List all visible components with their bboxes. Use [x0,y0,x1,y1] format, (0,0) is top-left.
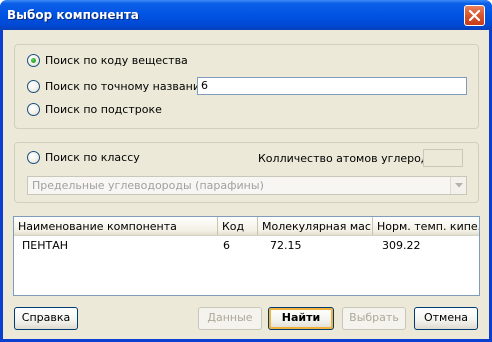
dialog-window: Выбор компонента Поиск по коду вещества … [0,0,492,342]
select-button[interactable]: Выбрать [342,307,406,330]
class-select[interactable]: Предельные углеводороды (парафины) [27,176,467,195]
find-button[interactable]: Найти [268,307,334,330]
close-icon [469,10,480,21]
cancel-button[interactable]: Отмена [414,307,478,330]
radio-button[interactable] [27,79,40,93]
results-list-header: Наименование компонента Код Молекулярная… [14,217,479,236]
class-select-dropdown-button[interactable] [450,177,466,194]
radio-search-by-code[interactable]: Поиск по коду вещества [27,52,188,68]
carbon-count-label: Колличество атомов углерода: [258,152,439,165]
radio-search-by-code-label: Поиск по коду вещества [45,53,188,67]
column-header-code[interactable]: Код [218,217,258,235]
column-header-name[interactable]: Наименование компонента [14,217,218,235]
help-button[interactable]: Справка [14,307,78,330]
title-bar: Выбор компонента [0,0,492,30]
carbon-count-input[interactable] [423,149,463,167]
dialog-body: Поиск по коду вещества Поиск по точному … [3,30,489,339]
window-title: Выбор компонента [7,8,139,22]
radio-search-by-class[interactable]: Поиск по классу [27,149,140,165]
radio-search-by-exact-name[interactable]: Поиск по точному названию [27,78,209,94]
cell-molecular-mass: 72.15 [270,239,302,252]
radio-button[interactable] [27,150,40,164]
radio-search-by-substring-label: Поиск по подстроке [45,102,162,116]
radio-search-by-class-label: Поиск по классу [45,150,140,164]
radio-search-by-substring[interactable]: Поиск по подстроке [27,101,162,117]
column-header-molecular-mass[interactable]: Молекулярная мас... [258,217,373,235]
exact-name-input[interactable]: 6 [197,77,467,95]
cell-code: 6 [223,239,230,252]
class-select-value: Предельные углеводороды (парафины) [32,179,264,192]
cell-boiling-temp: 309.22 [382,239,421,252]
radio-button-checked[interactable] [27,53,40,67]
cell-component-name: ПЕНТАН [22,239,69,252]
radio-button[interactable] [27,102,40,116]
data-button[interactable]: Данные [198,307,262,330]
radio-search-by-exact-name-label: Поиск по точному названию [45,79,210,93]
close-button[interactable] [464,5,485,26]
column-header-boiling-temp[interactable]: Норм. темп. кипе... [373,217,479,235]
chevron-down-icon [455,183,463,188]
results-list[interactable]: Наименование компонента Код Молекулярная… [13,216,480,296]
